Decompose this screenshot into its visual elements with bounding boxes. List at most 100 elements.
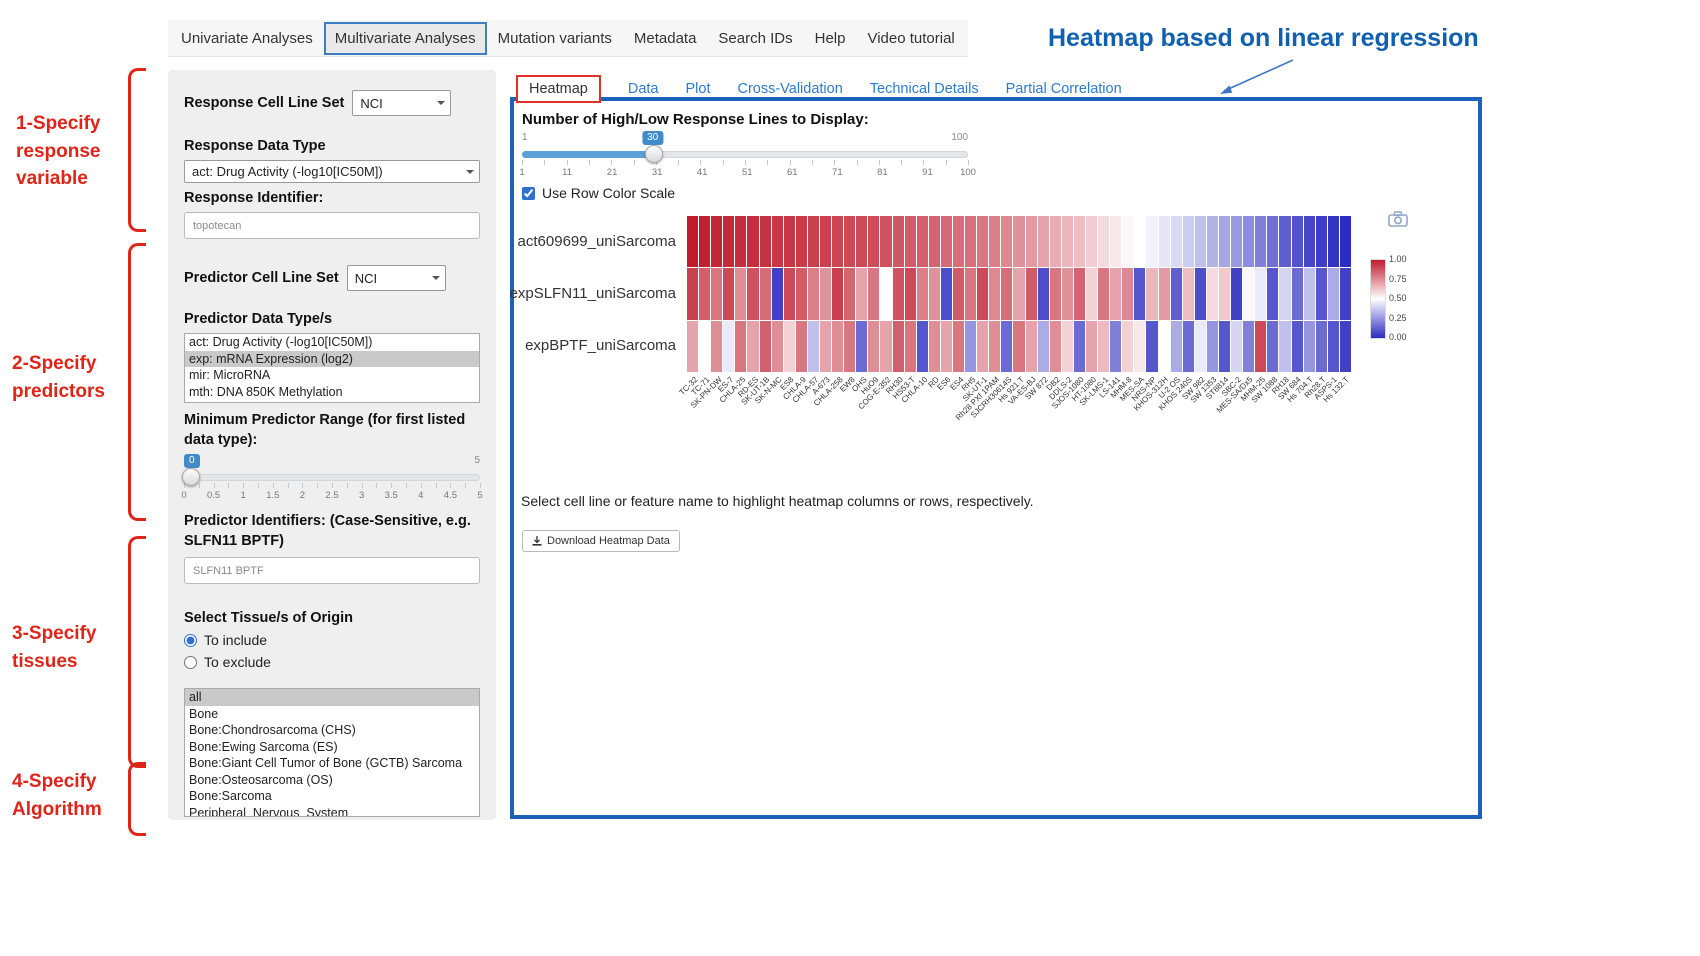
heatmap-cell[interactable] xyxy=(893,321,904,372)
heatmap-cell[interactable] xyxy=(977,321,988,372)
heatmap-cell[interactable] xyxy=(1159,321,1170,372)
heatmap-cell[interactable] xyxy=(1050,216,1061,267)
heatmap-cell[interactable] xyxy=(1159,268,1170,319)
heatmap-cell[interactable] xyxy=(1086,268,1097,319)
list-option-bone-giant-cell-tumor-of-bone-gctb-sarcoma[interactable]: Bone:Giant Cell Tumor of Bone (GCTB) Sar… xyxy=(185,755,479,772)
heatmap-cell[interactable] xyxy=(772,321,783,372)
heatmap-cell[interactable] xyxy=(1255,216,1266,267)
heatmap-cell[interactable] xyxy=(1231,321,1242,372)
heatmap-cell[interactable] xyxy=(784,268,795,319)
nav-item-multivariate-analyses[interactable]: Multivariate Analyses xyxy=(324,22,487,55)
heatmap-cell[interactable] xyxy=(953,321,964,372)
heatmap-cell[interactable] xyxy=(747,321,758,372)
heatmap-cell[interactable] xyxy=(880,216,891,267)
row-color-scale-option[interactable]: Use Row Color Scale xyxy=(522,185,675,201)
heatmap-cell[interactable] xyxy=(1171,216,1182,267)
heatmap-cell[interactable] xyxy=(1050,321,1061,372)
tab-heatmap[interactable]: Heatmap xyxy=(516,75,601,103)
heatmap-cell[interactable] xyxy=(1001,268,1012,319)
heatmap-cell[interactable] xyxy=(1013,268,1024,319)
heatmap-cell[interactable] xyxy=(905,268,916,319)
heatmap-cell[interactable] xyxy=(1243,216,1254,267)
heatmap-cell[interactable] xyxy=(1328,216,1339,267)
predictor-cell-line-set-select[interactable]: NCI xyxy=(347,265,446,291)
heatmap-cell[interactable] xyxy=(820,268,831,319)
heatmap-cell[interactable] xyxy=(1219,268,1230,319)
heatmap-cell[interactable] xyxy=(1195,321,1206,372)
heatmap-cell[interactable] xyxy=(929,216,940,267)
row-color-scale-checkbox[interactable] xyxy=(522,187,535,200)
heatmap-cell[interactable] xyxy=(1316,321,1327,372)
heatmap-cell[interactable] xyxy=(1267,216,1278,267)
heatmap-cell[interactable] xyxy=(820,216,831,267)
heatmap-cell[interactable] xyxy=(893,216,904,267)
heatmap-cell[interactable] xyxy=(784,216,795,267)
heatmap-cell[interactable] xyxy=(1026,268,1037,319)
list-option-peripheral-nervous-system[interactable]: Peripheral_Nervous_System xyxy=(185,805,479,818)
nav-item-search-ids[interactable]: Search IDs xyxy=(707,22,803,55)
heatmap-cell[interactable] xyxy=(917,321,928,372)
heatmap-cell[interactable] xyxy=(687,268,698,319)
heatmap-cell[interactable] xyxy=(965,216,976,267)
heatmap-cell[interactable] xyxy=(832,216,843,267)
heatmap-cell[interactable] xyxy=(1304,268,1315,319)
heatmap-cell[interactable] xyxy=(965,321,976,372)
heatmap-cell[interactable] xyxy=(1074,216,1085,267)
heatmap-cell[interactable] xyxy=(1304,321,1315,372)
nav-item-mutation-variants[interactable]: Mutation variants xyxy=(487,22,623,55)
heatmap-cell[interactable] xyxy=(1207,216,1218,267)
heatmap-cell[interactable] xyxy=(1267,268,1278,319)
heatmap-cell[interactable] xyxy=(1146,216,1157,267)
heatmap-cell[interactable] xyxy=(1098,216,1109,267)
download-heatmap-button[interactable]: Download Heatmap Data xyxy=(522,530,680,552)
heatmap-cell[interactable] xyxy=(1279,268,1290,319)
heatmap-cell[interactable] xyxy=(747,216,758,267)
heatmap-cell[interactable] xyxy=(977,268,988,319)
predictor-identifiers-input[interactable] xyxy=(184,557,480,584)
heatmap-cell[interactable] xyxy=(893,268,904,319)
heatmap-cell[interactable] xyxy=(1328,321,1339,372)
list-option-bone-chondrosarcoma-chs[interactable]: Bone:Chondrosarcoma (CHS) xyxy=(185,722,479,739)
heatmap-cell[interactable] xyxy=(1134,216,1145,267)
heatmap-cell[interactable] xyxy=(808,216,819,267)
heatmap-cell[interactable] xyxy=(1255,321,1266,372)
heatmap-cell[interactable] xyxy=(1255,268,1266,319)
heatmap-cell[interactable] xyxy=(1183,268,1194,319)
list-option-bone[interactable]: Bone xyxy=(185,706,479,723)
heatmap-cell[interactable] xyxy=(699,321,710,372)
heatmap-cell[interactable] xyxy=(856,321,867,372)
heatmap-cell[interactable] xyxy=(1026,216,1037,267)
list-option-all[interactable]: all xyxy=(185,689,479,706)
heatmap-cell[interactable] xyxy=(953,268,964,319)
heatmap-cell[interactable] xyxy=(1219,321,1230,372)
heatmap-cell[interactable] xyxy=(1026,321,1037,372)
heatmap-cell[interactable] xyxy=(735,268,746,319)
nav-item-video-tutorial[interactable]: Video tutorial xyxy=(856,22,965,55)
heatmap-cell[interactable] xyxy=(1001,321,1012,372)
heatmap-cell[interactable] xyxy=(1122,321,1133,372)
heatmap-cell[interactable] xyxy=(1038,321,1049,372)
list-option-bone-sarcoma[interactable]: Bone:Sarcoma xyxy=(185,788,479,805)
heatmap-cell[interactable] xyxy=(1038,216,1049,267)
heatmap-cell[interactable] xyxy=(917,216,928,267)
heatmap-cell[interactable] xyxy=(1110,268,1121,319)
list-option-mth-dna-850k-methylation[interactable]: mth: DNA 850K Methylation xyxy=(185,384,479,401)
heatmap-cell[interactable] xyxy=(1013,321,1024,372)
heatmap-cell[interactable] xyxy=(1171,321,1182,372)
tissue-exclude-radio[interactable] xyxy=(184,656,197,669)
heatmap-cell[interactable] xyxy=(977,216,988,267)
heatmap-cell[interactable] xyxy=(1086,216,1097,267)
heatmap-cell[interactable] xyxy=(735,321,746,372)
heatmap-cell[interactable] xyxy=(1134,321,1145,372)
heatmap-cell[interactable] xyxy=(772,216,783,267)
heatmap-cell[interactable] xyxy=(989,268,1000,319)
heatmap-cell[interactable] xyxy=(1207,321,1218,372)
heatmap-cell[interactable] xyxy=(905,216,916,267)
heatmap-cell[interactable] xyxy=(941,216,952,267)
heatmap-cell[interactable] xyxy=(868,216,879,267)
heatmap-cell[interactable] xyxy=(868,268,879,319)
heatmap-cell[interactable] xyxy=(784,321,795,372)
heatmap-cell[interactable] xyxy=(1062,321,1073,372)
heatmap-cell[interactable] xyxy=(1328,268,1339,319)
heatmap-cell[interactable] xyxy=(760,321,771,372)
